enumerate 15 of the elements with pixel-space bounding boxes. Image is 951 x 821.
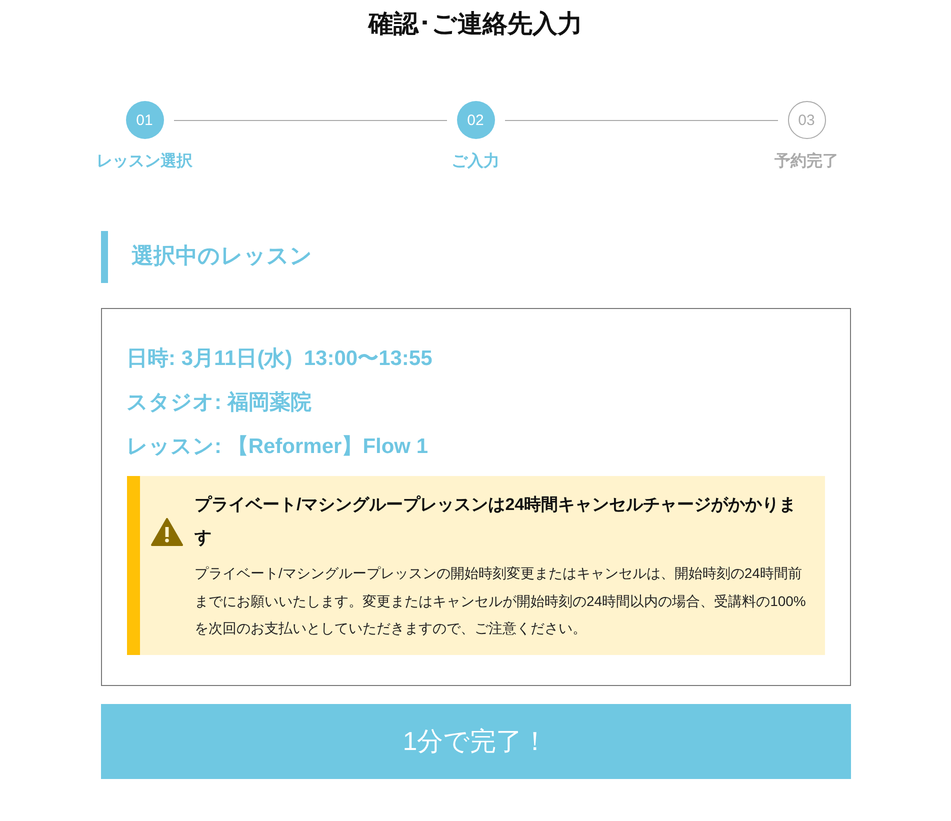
step-number: 01 bbox=[126, 101, 164, 139]
notice-text: プライベート/マシングループレッスンの開始時刻変更またはキャンセルは、開始時刻の24時間前までにお願いいたします。変更またはキャンセルが開始時刻の24時間以内の場合、受講料の100%を次回のお支払いとしていただきますので、ご注意ください。 bbox=[194, 564, 807, 638]
lesson-detail: レッスン: 【Reformer】Flow 1 bbox=[126, 434, 430, 460]
step-number: 03 bbox=[788, 101, 826, 139]
page-title: 確認･ご連絡先入力 bbox=[366, 9, 584, 40]
step-number: 02 bbox=[456, 101, 494, 139]
notice-title: プライベート/マシングループレッスンは24時間キャンセルチャージがかかります bbox=[194, 494, 798, 549]
lesson-detail: 日時: 3月11日(水) 13:00〜13:55 bbox=[126, 346, 434, 372]
section-heading: 選択中のレッスン bbox=[100, 231, 850, 283]
lesson-detail: スタジオ: 福岡薬院 bbox=[126, 390, 312, 416]
warning-icon bbox=[150, 518, 182, 546]
submit-button[interactable]: 1分で完了！ bbox=[100, 704, 850, 778]
step-label: 予約完了 bbox=[774, 151, 840, 172]
step-label: ご入力 bbox=[450, 151, 500, 172]
step-label: レッスン選択 bbox=[96, 152, 194, 172]
